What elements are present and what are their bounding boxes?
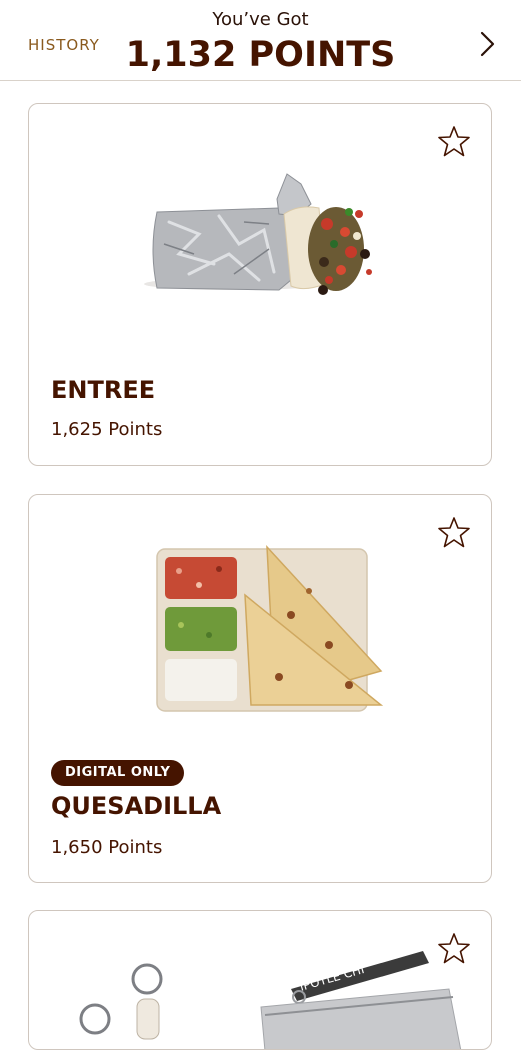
- reward-card-merch[interactable]: IPOTLE CHI: [28, 910, 492, 1050]
- reward-title: QUESADILLA: [51, 792, 222, 820]
- reward-points: 1,625 Points: [51, 419, 163, 440]
- points-total: 1,132 POINTS: [125, 35, 396, 75]
- points-subtitle: You’ve Got: [212, 9, 309, 30]
- digital-only-badge: DIGITAL ONLY: [51, 760, 185, 786]
- reward-points: 1,650 Points: [51, 837, 163, 858]
- chevron-right-icon[interactable]: [473, 28, 501, 60]
- reward-card-quesadilla[interactable]: DIGITAL ONLY QUESADILLA 1,650 Points: [28, 494, 492, 883]
- star-outline-icon[interactable]: [437, 124, 471, 158]
- reward-card-entree[interactable]: ENTREE 1,625 Points: [28, 103, 492, 466]
- star-outline-icon[interactable]: [437, 931, 471, 965]
- reward-title: ENTREE: [51, 376, 156, 404]
- star-outline-icon[interactable]: [437, 515, 471, 549]
- quesadilla-image: [156, 544, 384, 712]
- rewards-header: HISTORY You’ve Got 1,132 POINTS: [0, 0, 521, 81]
- keychain-pouch-image: IPOTLE CHI: [79, 951, 462, 1049]
- burrito-image: [144, 173, 372, 295]
